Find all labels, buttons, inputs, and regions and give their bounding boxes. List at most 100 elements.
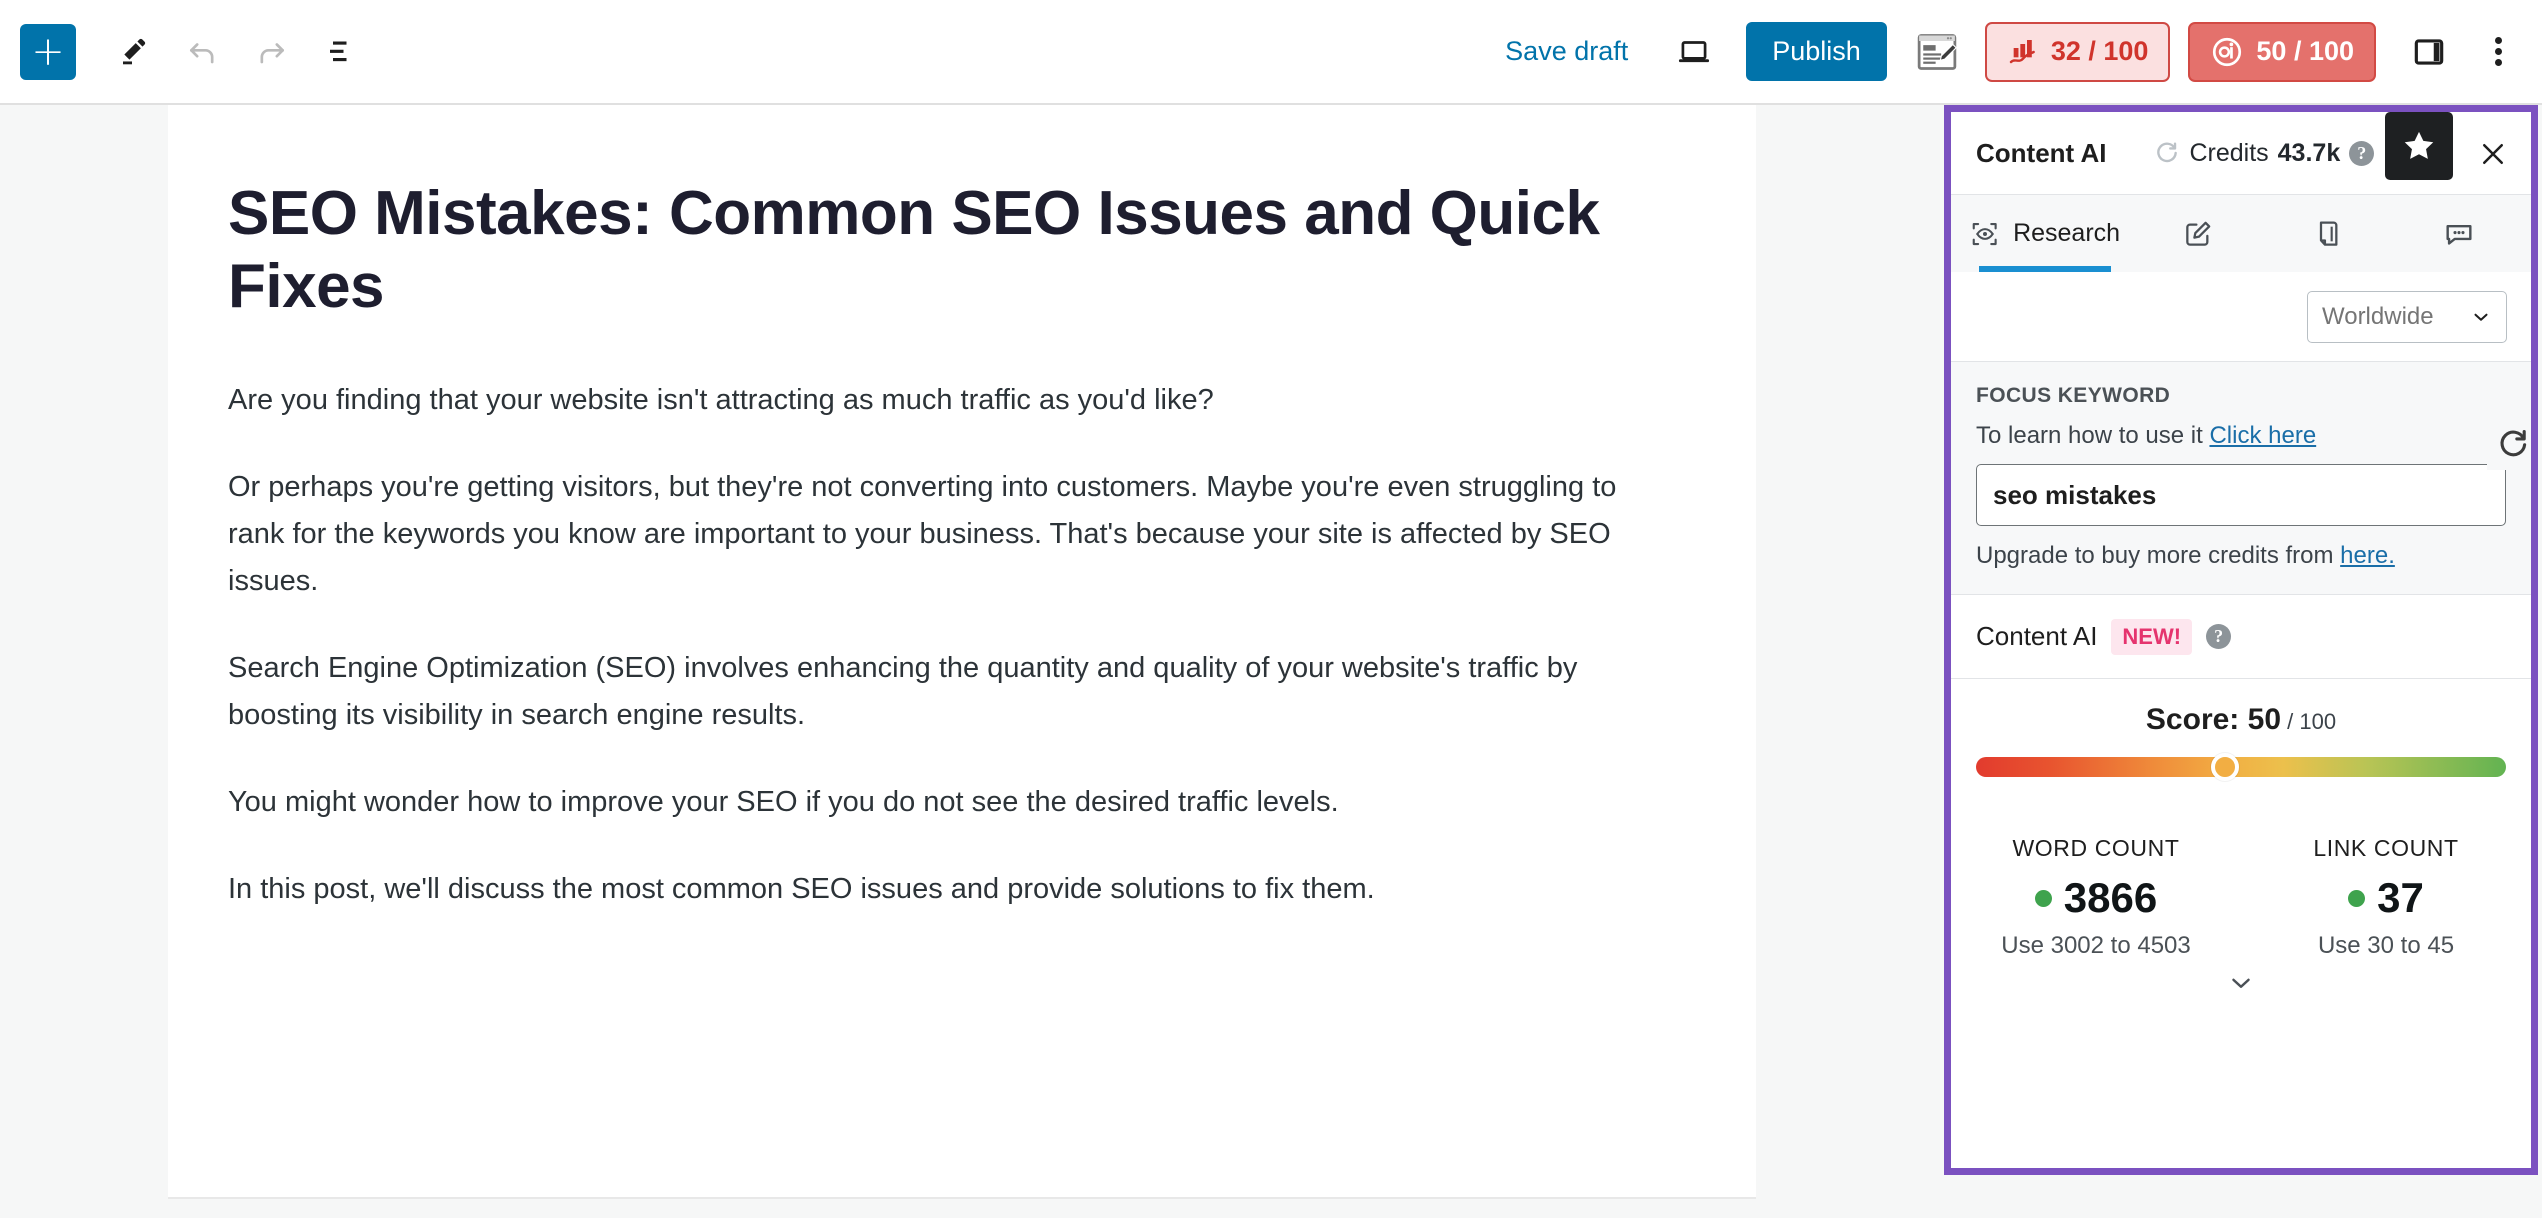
- metric-link-count: LINK COUNT 37 Use 30 to 45: [2241, 835, 2531, 960]
- post-paragraph[interactable]: Search Engine Optimization (SEO) involve…: [228, 645, 1658, 739]
- post-editor-canvas[interactable]: SEO Mistakes: Common SEO Issues and Quic…: [168, 105, 1756, 1197]
- write-pencil-square-icon: [2186, 221, 2211, 246]
- plus-icon: +: [31, 28, 65, 75]
- region-select-value: Worldwide: [2322, 302, 2434, 330]
- score-marker[interactable]: [2211, 753, 2240, 781]
- refresh-circular-icon: [2500, 429, 2527, 457]
- panel-title: Content AI: [1976, 137, 2107, 168]
- kebab-menu-icon: [2494, 33, 2502, 70]
- document-outline-icon: [330, 41, 347, 61]
- status-dot: [2034, 889, 2052, 907]
- score-label: Score: 50 / 100: [1976, 703, 2506, 737]
- tab-page[interactable]: [2270, 195, 2401, 272]
- focus-keyword-help-prefix: To learn how to use it: [1976, 422, 2210, 449]
- contentai-panel-header: Content AI Credits 43.7k ?: [1951, 112, 2531, 194]
- focus-keyword-help-link[interactable]: Click here: [2209, 422, 2316, 449]
- star-button[interactable]: [2385, 112, 2453, 180]
- close-icon: [2483, 144, 2503, 164]
- seo-score-value: 32 / 100: [2050, 36, 2149, 66]
- chevron-down-icon: [2232, 978, 2250, 988]
- post-paragraph[interactable]: Are you finding that your website isn't …: [228, 377, 1658, 424]
- editor-workspace: SEO Mistakes: Common SEO Issues and Quic…: [0, 105, 2542, 1218]
- editor-region: SEO Mistakes: Common SEO Issues and Quic…: [0, 105, 1942, 1218]
- metric-value-row: 3866: [1951, 874, 2241, 922]
- pencil-icon: [123, 38, 146, 64]
- contentai-section-header: Content AI NEW! ?: [1951, 595, 2531, 679]
- add-block-button[interactable]: +: [20, 23, 76, 80]
- research-eye-icon: [1972, 222, 1997, 245]
- edit-tool-button[interactable]: [104, 21, 166, 83]
- upgrade-note-prefix: Upgrade to buy more credits from: [1976, 542, 2341, 569]
- page-document-icon: [2319, 221, 2338, 246]
- score-area: Score: 50 / 100: [1951, 679, 2531, 793]
- score-gradient-bar: [1976, 757, 2506, 777]
- score-bar-wrap: [1976, 753, 2506, 783]
- status-dot: [2348, 889, 2366, 907]
- post-paragraph[interactable]: You might wonder how to improve your SEO…: [228, 779, 1658, 826]
- help-icon[interactable]: ?: [2206, 624, 2232, 649]
- contentai-score-value: 50 / 100: [2256, 36, 2354, 66]
- post-content: SEO Mistakes: Common SEO Issues and Quic…: [168, 105, 1756, 913]
- bar-chart-arrow-icon: [2009, 39, 2035, 63]
- star-icon: [2404, 131, 2434, 159]
- seo-score-badge[interactable]: 32 / 100: [1984, 21, 2171, 82]
- tab-chat[interactable]: [2400, 195, 2531, 272]
- chevron-down-icon: [2474, 313, 2488, 321]
- sidebar-toggle-button[interactable]: [2400, 23, 2458, 81]
- tab-write[interactable]: [2139, 195, 2270, 272]
- contentai-score-badge[interactable]: 50 / 100: [2188, 21, 2376, 82]
- metric-label: LINK COUNT: [2313, 835, 2459, 861]
- panel-expand-button[interactable]: [1951, 968, 2531, 1004]
- credits-group: Credits 43.7k ?: [2154, 138, 2375, 168]
- upgrade-note: Upgrade to buy more credits from here.: [1976, 542, 2506, 570]
- metric-value: 37: [2377, 874, 2424, 921]
- close-button[interactable]: [2469, 130, 2517, 178]
- refresh-icon[interactable]: [2154, 140, 2180, 166]
- keyword-input-wrap: [1976, 418, 2531, 526]
- credits-label: Credits: [2189, 138, 2269, 167]
- help-icon[interactable]: ?: [2349, 140, 2375, 166]
- score-value: 50: [2247, 703, 2282, 736]
- post-title[interactable]: SEO Mistakes: Common SEO Issues and Quic…: [228, 177, 1628, 323]
- focus-keyword-help-text: To learn how to use it Click here: [1976, 422, 2506, 450]
- post-paragraph[interactable]: In this post, we'll discuss the most com…: [228, 866, 1658, 913]
- metric-value-row: 37: [2241, 874, 2531, 922]
- region-row: Worldwide: [1951, 272, 2531, 362]
- tab-active-indicator: [1979, 266, 2112, 272]
- toolbar-left-group: +: [0, 21, 370, 83]
- post-paragraph[interactable]: Or perhaps you're getting visitors, but …: [228, 464, 1658, 605]
- ai-circle-icon: [2213, 37, 2242, 66]
- credits-value: 43.7k: [2277, 138, 2341, 167]
- upgrade-note-link[interactable]: here.: [2340, 542, 2395, 569]
- redo-arrow-icon: [260, 42, 284, 63]
- focus-keyword-input[interactable]: [1976, 464, 2506, 526]
- preview-button[interactable]: [1664, 22, 1724, 82]
- metric-hint: Use 3002 to 4503: [2001, 932, 2191, 959]
- focus-keyword-label: FOCUS KEYWORD: [1976, 384, 2171, 407]
- canvas-bottom-divider: [168, 1197, 1756, 1199]
- chat-bubble-icon: [2446, 224, 2472, 245]
- new-badge: NEW!: [2111, 618, 2193, 655]
- redo-button[interactable]: [240, 21, 302, 83]
- publish-button[interactable]: Publish: [1746, 22, 1887, 81]
- page-edit-icon: [1917, 33, 1957, 70]
- region-select[interactable]: Worldwide: [2307, 290, 2507, 343]
- tab-research-label: Research: [2013, 219, 2121, 247]
- undo-button[interactable]: [172, 21, 234, 83]
- laptop-preview-icon: [1679, 40, 1710, 62]
- more-menu-button[interactable]: [2472, 23, 2524, 81]
- list-view-button[interactable]: [308, 21, 370, 83]
- toolbar-right-group: Save draft Publish 32 / 100 50 / 100: [1487, 21, 2542, 82]
- metric-value: 3866: [2063, 874, 2158, 921]
- rankmath-edit-button[interactable]: [1909, 24, 1965, 80]
- tab-research[interactable]: Research: [1951, 195, 2139, 272]
- metrics-row: WORD COUNT 3866 Use 3002 to 4503 LINK CO…: [1951, 793, 2531, 960]
- save-draft-button[interactable]: Save draft: [1487, 24, 1646, 79]
- contentai-section-title: Content AI: [1976, 621, 2098, 651]
- contentai-tabs: Research: [1951, 194, 2531, 272]
- keyword-refresh-button[interactable]: [2487, 418, 2531, 470]
- metric-label: WORD COUNT: [2012, 835, 2180, 861]
- score-prefix: Score:: [2145, 703, 2248, 736]
- undo-arrow-icon: [190, 42, 214, 63]
- contentai-sidebar: Content AI Credits 43.7k ? Research Worl…: [1942, 105, 2542, 1218]
